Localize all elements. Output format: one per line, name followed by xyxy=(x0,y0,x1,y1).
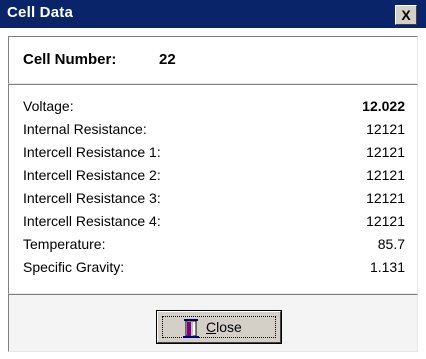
window-title: Cell Data xyxy=(7,4,73,21)
intercell-resistance-2-label: Intercell Resistance 2: xyxy=(23,167,161,183)
cell-number-panel: Cell Number: 22 xyxy=(8,36,418,84)
window-close-button[interactable]: X xyxy=(395,5,417,25)
intercell-resistance-3-label: Intercell Resistance 3: xyxy=(23,190,161,206)
temperature-row: Temperature: 85.7 xyxy=(9,236,417,256)
intercell-resistance-4-row: Intercell Resistance 4: 12121 xyxy=(9,213,417,233)
intercell-resistance-4-label: Intercell Resistance 4: xyxy=(23,213,161,229)
close-icon: X xyxy=(401,7,411,23)
cell-data-dialog: Cell Number: 22 Voltage: 12.022 Internal… xyxy=(0,28,426,359)
close-button[interactable]: Close xyxy=(156,310,282,344)
intercell-resistance-2-value: 12121 xyxy=(366,167,405,183)
specific-gravity-value: 1.131 xyxy=(369,259,405,275)
intercell-resistance-4-value: 12121 xyxy=(366,213,405,229)
internal-resistance-row: Internal Resistance: 12121 xyxy=(9,121,417,141)
temperature-value: 85.7 xyxy=(377,236,405,252)
intercell-resistance-3-value: 12121 xyxy=(366,190,405,206)
close-button-label: Close xyxy=(206,319,242,335)
button-panel: Close xyxy=(8,294,418,352)
temperature-label: Temperature: xyxy=(23,236,106,252)
specific-gravity-row: Specific Gravity: 1.131 xyxy=(9,259,417,279)
door-icon xyxy=(183,319,199,338)
intercell-resistance-2-row: Intercell Resistance 2: 12121 xyxy=(9,167,417,187)
voltage-value: 12.022 xyxy=(362,98,405,114)
internal-resistance-value: 12121 xyxy=(366,121,405,137)
cell-number-label: Cell Number: xyxy=(23,51,117,68)
specific-gravity-label: Specific Gravity: xyxy=(23,259,125,275)
voltage-label: Voltage: xyxy=(23,98,74,114)
intercell-resistance-1-row: Intercell Resistance 1: 12121 xyxy=(9,144,417,164)
intercell-resistance-1-value: 12121 xyxy=(366,144,405,160)
voltage-row: Voltage: 12.022 xyxy=(9,98,417,118)
cell-number-value: 22 xyxy=(159,51,176,68)
internal-resistance-label: Internal Resistance: xyxy=(23,121,147,137)
cell-data-panel: Voltage: 12.022 Internal Resistance: 121… xyxy=(8,84,418,294)
title-bar: Cell Data X xyxy=(0,0,426,28)
intercell-resistance-1-label: Intercell Resistance 1: xyxy=(23,144,161,160)
intercell-resistance-3-row: Intercell Resistance 3: 12121 xyxy=(9,190,417,210)
